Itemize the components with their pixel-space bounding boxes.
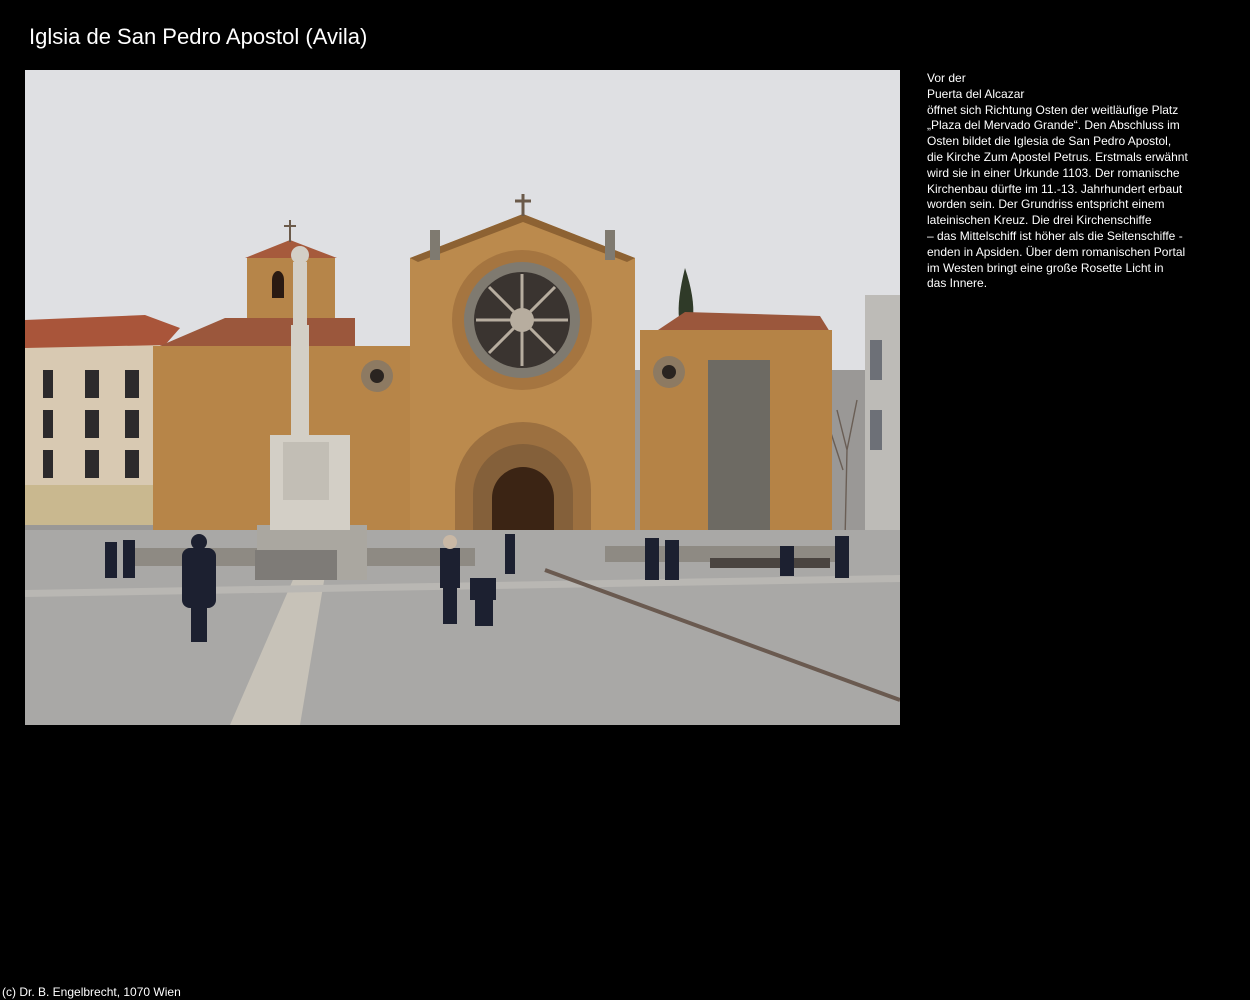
- description-line: wird sie in einer Urkunde 1103. Der roma…: [927, 165, 1180, 180]
- bare-tree: [829, 399, 858, 541]
- description-line: Puerta del Alcazar: [927, 86, 1025, 101]
- description-line: enden in Apsiden. Über dem romanischen P…: [927, 244, 1186, 259]
- description-line: lateinischen Kreuz. Die drei Kirchenschi…: [927, 213, 1152, 228]
- description-text: Vor der Puerta del Alcazar öffnet sich R…: [927, 71, 1197, 292]
- right-building: [865, 295, 900, 545]
- description-line: worden sein. Der Grundriss entspricht ei…: [927, 197, 1165, 212]
- copyright-footer: (c) Dr. B. Engelbrecht, 1070 Wien: [2, 985, 181, 999]
- description-line: das Innere.: [927, 276, 988, 291]
- description-line: die Kirche Zum Apostel Petrus. Erstmals …: [927, 149, 1188, 164]
- description-line: Kirchenbau dürfte im 11.-13. Jahrhundert…: [927, 181, 1183, 196]
- description-line: „Plaza del Mervado Grande“. Den Abschlus…: [927, 118, 1180, 133]
- description-line: – das Mittelschiff ist höher als die Sei…: [927, 228, 1183, 243]
- description-line: im Westen bringt eine große Rosette Lich…: [927, 260, 1164, 275]
- description-line: Osten bildet die Iglesia de San Pedro Ap…: [927, 134, 1172, 149]
- church-photo: [25, 70, 900, 725]
- description-line: Vor der: [927, 71, 966, 85]
- page-title: Iglsia de San Pedro Apostol (Avila): [29, 24, 368, 49]
- description-line: öffnet sich Richtung Osten der weitläufi…: [927, 102, 1179, 117]
